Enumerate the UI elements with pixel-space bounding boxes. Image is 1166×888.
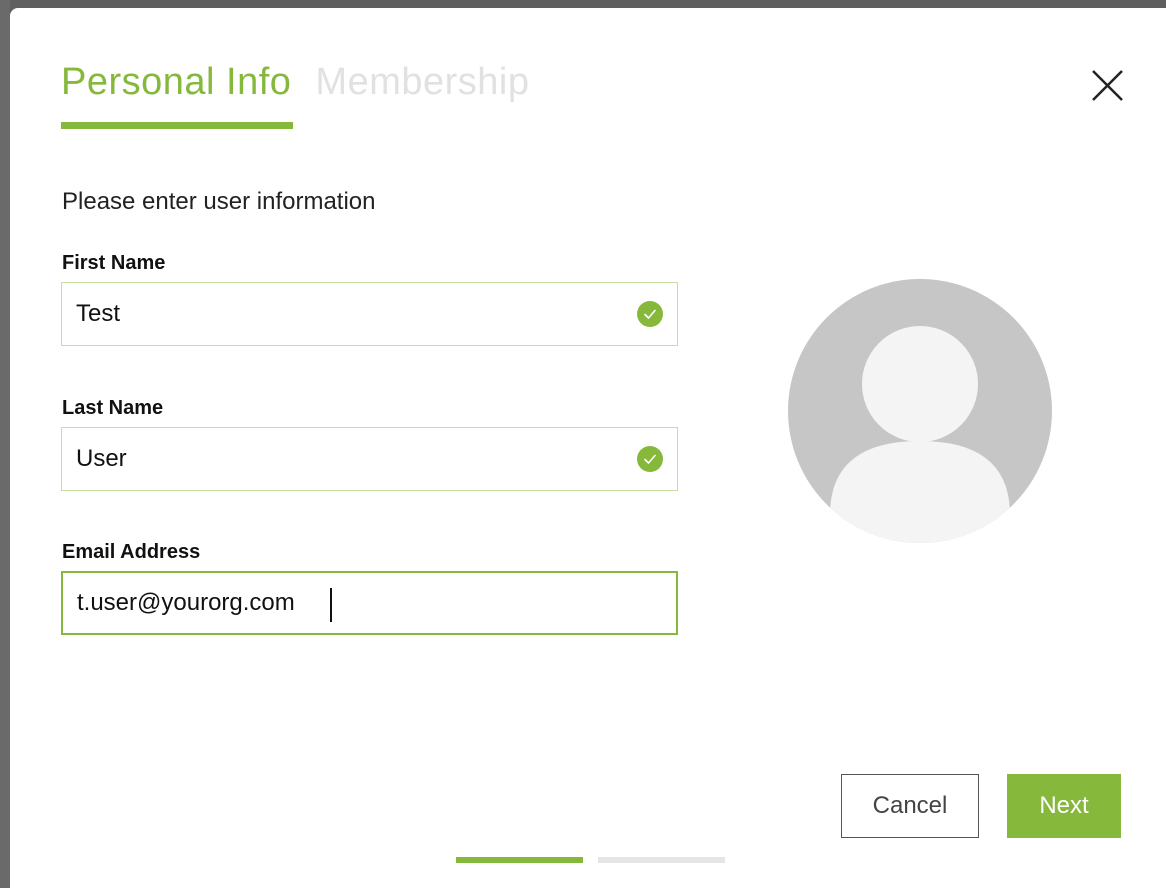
step-2-indicator: [598, 857, 725, 863]
tab-personal-info[interactable]: Personal Info: [61, 60, 294, 129]
next-button[interactable]: Next: [1007, 774, 1121, 838]
first-name-input[interactable]: [76, 283, 616, 345]
last-name-label: Last Name: [62, 397, 164, 419]
text-caret: [330, 588, 332, 622]
add-user-modal: Personal Info Membership Please enter us…: [10, 8, 1166, 888]
checkmark-circle-icon: [637, 301, 663, 327]
first-name-label: First Name: [62, 252, 166, 274]
user-avatar-placeholder-icon: [788, 279, 1052, 543]
page-backdrop: [0, 0, 10, 888]
email-label: Email Address: [62, 541, 201, 563]
last-name-field[interactable]: [61, 427, 678, 491]
cancel-button[interactable]: Cancel: [841, 774, 979, 838]
email-field[interactable]: [61, 571, 678, 635]
email-input[interactable]: [77, 573, 617, 633]
close-button[interactable]: [1088, 66, 1128, 106]
first-name-field[interactable]: [61, 282, 678, 346]
tab-membership[interactable]: Membership: [315, 60, 529, 124]
checkmark-circle-icon: [637, 446, 663, 472]
close-icon: [1092, 70, 1123, 101]
last-name-input[interactable]: [76, 428, 616, 490]
step-1-indicator-active: [456, 857, 583, 863]
intro-text: Please enter user information: [62, 188, 376, 215]
modal-tabs: Personal Info Membership: [61, 60, 530, 130]
step-indicator: [456, 857, 725, 863]
